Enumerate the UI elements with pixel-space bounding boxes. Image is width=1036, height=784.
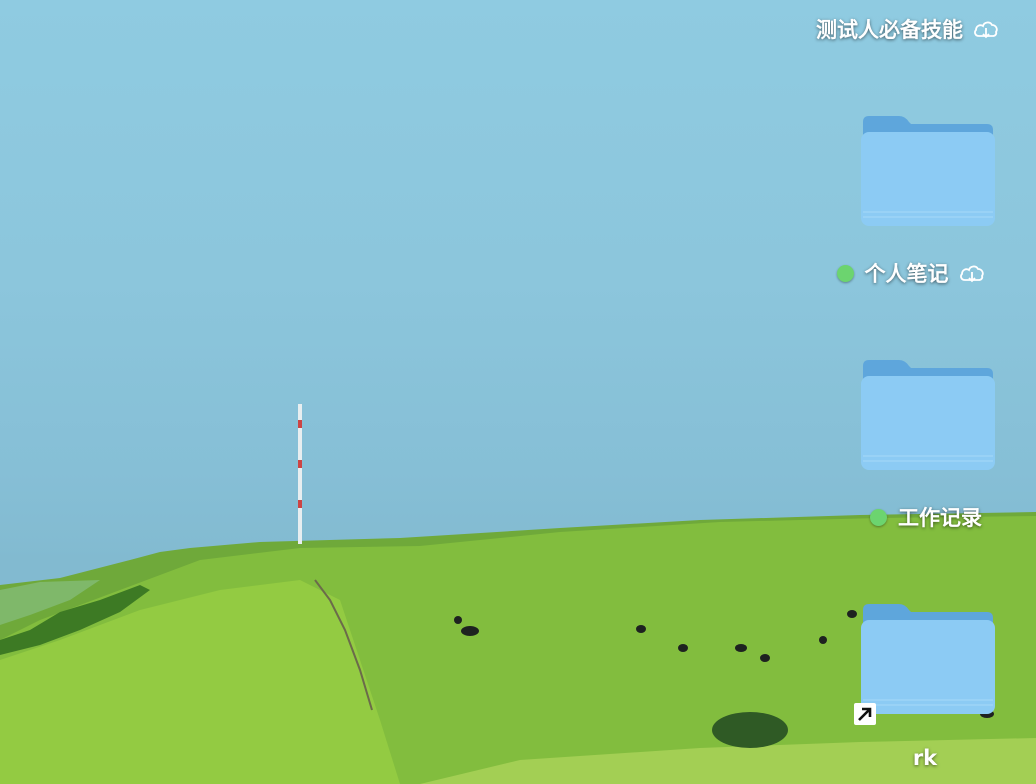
- folder-label: 测试人必备技能: [816, 18, 963, 42]
- cloud-download-icon: [974, 21, 998, 39]
- folder-icon: [861, 116, 995, 226]
- alias-arrow-icon: [854, 703, 876, 725]
- desktop-item-rk-alias[interactable]: rk: [821, 602, 1001, 780]
- folder-icon: [861, 604, 995, 714]
- folder-icon: [861, 360, 995, 470]
- folder-label: rk: [912, 746, 938, 770]
- folder-label: 工作记录: [898, 506, 982, 530]
- green-tag-dot: [870, 508, 887, 526]
- desktop-item-testing-skills[interactable]: 测试人必备技能: [816, 10, 1036, 46]
- desktop[interactable]: 测试人必备技能 个人笔记 工作记录 rk: [0, 0, 1036, 784]
- desktop-item-work-log[interactable]: 工作记录: [821, 358, 1001, 538]
- desktop-item-personal-notes[interactable]: 个人笔记: [821, 114, 1001, 294]
- folder-label: 个人笔记: [864, 262, 949, 286]
- green-tag-dot: [836, 264, 854, 282]
- cloud-download-icon: [959, 265, 984, 283]
